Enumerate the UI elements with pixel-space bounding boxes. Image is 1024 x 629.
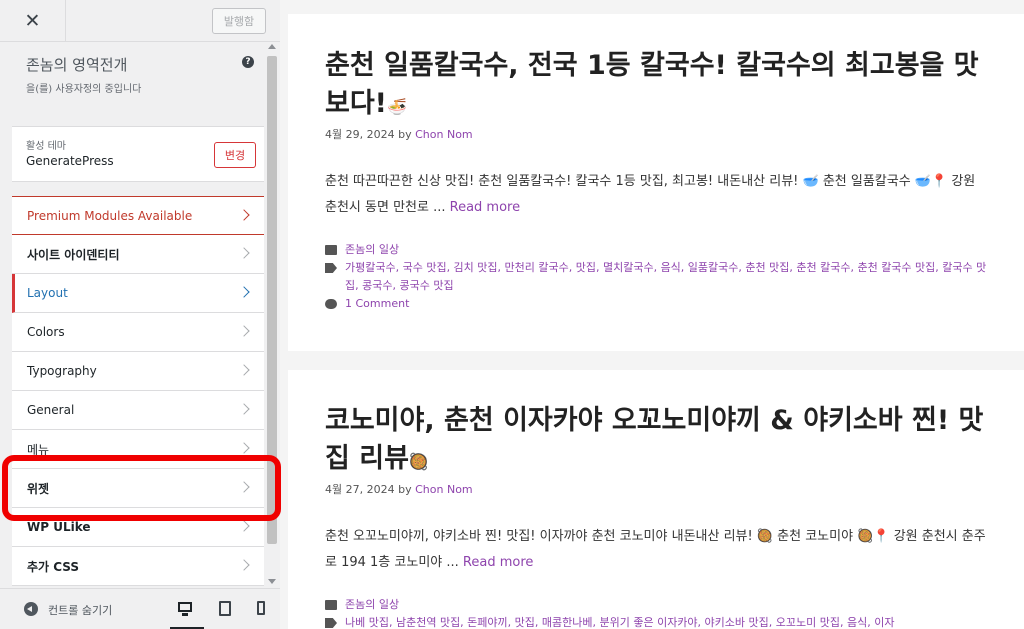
scroll-up-icon[interactable] [268,44,276,49]
post-footer: 존놈의 일상 나베 맛집, 남춘천역 맛집, 돈페야끼, 맛집, 매콤한나베, … [325,596,990,629]
post-meta: 4월 29, 2024 by Chon Nom [325,128,473,141]
menu-item-label: WP ULike [27,520,91,534]
active-theme-section: 활성 테마 GeneratePress 변경 [12,126,264,182]
menu-item-label: 추가 CSS [27,559,80,574]
tag-icon [325,618,337,628]
category-link[interactable]: 존놈의 일상 [345,243,399,256]
close-customizer-button[interactable]: ✕ [0,0,66,42]
tag-icon [325,263,337,273]
active-theme-name: GeneratePress [26,154,114,168]
chevron-right-icon [238,247,250,259]
menu-item-site-identity[interactable]: 사이트 아이덴티티 [12,235,264,274]
chevron-right-icon [238,559,250,571]
menu-item-label: Premium Modules Available [27,208,193,223]
post-date: 4월 29, 2024 [325,128,395,141]
post-footer: 존놈의 일상 가평칼국수, 국수 맛집, 김치 맛집, 만천리 칼국수, 맛집,… [325,241,990,313]
menu-item-general[interactable]: General [12,391,264,430]
menu-item-label: Typography [27,364,97,378]
chevron-right-icon [238,442,250,454]
chevron-right-icon [238,325,250,337]
tag-links[interactable]: 나베 맛집, 남춘천역 맛집, 돈페야끼, 맛집, 매콤한나베, 분위기 좋은 … [345,616,894,629]
post-excerpt: 춘천 따끈따끈한 신상 맛집! 춘천 일품칼국수! 칼국수 1등 맛집, 최고봉… [325,174,976,215]
menu-item-typography[interactable]: Typography [12,352,264,391]
post-date: 4월 27, 2024 [325,483,395,496]
customizer-panel: 존놈의 영역전개 을(를) 사용자정의 중입니다 ? 활성 테마 Generat… [0,42,264,588]
active-theme-label: 활성 테마 [26,141,66,152]
menu-item-label: General [27,403,75,417]
post-card: 춘천 일품칼국수, 전국 1등 칼국수! 칼국수의 최고봉을 맛보다!🍜 4월 … [288,14,1024,351]
menu-item-colors[interactable]: Colors [12,313,264,352]
site-preview: 춘천 일품칼국수, 전국 1등 칼국수! 칼국수의 최고봉을 맛보다!🍜 4월 … [288,14,1024,629]
comments-link[interactable]: 1 Comment [345,297,409,310]
chevron-right-icon [238,403,250,415]
read-more-link[interactable]: Read more [463,555,533,570]
chevron-right-icon [238,286,250,298]
post-excerpt: 춘천 오꼬노미야끼, 야키소바 찐! 맛집! 이자까야 춘천 코노미야 내돈내산… [325,529,986,570]
menu-item-label: Layout [27,286,68,300]
category-link[interactable]: 존놈의 일상 [345,598,399,611]
post-title[interactable]: 코노미야, 춘천 이자카야 오꼬노미야끼 & 야키소바 찐! 맛집 리뷰🥘 [325,402,990,481]
collapse-sidebar-icon[interactable] [24,602,38,616]
customizer-footer: 컨트롤 숨기기 [0,588,280,629]
scrollbar-thumb[interactable] [267,56,277,544]
menu-item-wp-ulike[interactable]: WP ULike [12,508,264,547]
chevron-right-icon [238,364,250,376]
menu-item-widgets[interactable]: 위젯 [12,469,264,508]
chevron-right-icon [238,481,250,493]
paella-emoji: 🥘 [408,452,429,471]
read-more-link[interactable]: Read more [450,200,520,215]
menu-item-menus[interactable]: 메뉴 [12,430,264,469]
change-theme-button[interactable]: 변경 [214,142,256,168]
menu-item-label: 메뉴 [27,442,50,457]
folder-icon [325,245,337,255]
menu-item-premium-modules[interactable]: Premium Modules Available [12,196,264,235]
post-meta: 4월 27, 2024 by Chon Nom [325,483,473,496]
menu-item-layout[interactable]: Layout [12,274,264,313]
customizer-sidebar: ✕ 발행함 존놈의 영역전개 을(를) 사용자정의 중입니다 ? 활성 테마 G… [0,0,280,629]
hide-controls-label[interactable]: 컨트롤 숨기기 [48,602,112,618]
tablet-preview-icon[interactable] [216,600,236,618]
post-author-link[interactable]: Chon Nom [415,483,473,496]
noodle-emoji: 🍜 [387,97,407,116]
customizer-topbar: ✕ 발행함 [0,0,280,42]
scroll-down-icon[interactable] [268,579,276,584]
chevron-right-icon [238,520,250,532]
folder-icon [325,600,337,610]
desktop-preview-icon[interactable] [170,600,204,629]
publish-button[interactable]: 발행함 [212,8,266,34]
close-icon: ✕ [24,10,41,32]
menu-item-additional-css[interactable]: 추가 CSS [12,547,264,586]
post-author-link[interactable]: Chon Nom [415,128,473,141]
site-info: 존놈의 영역전개 을(를) 사용자정의 중입니다 ? [12,42,264,110]
post-card: 코노미야, 춘천 이자카야 오꼬노미야끼 & 야키소바 찐! 맛집 리뷰🥘 4월… [288,370,1024,629]
mobile-preview-icon[interactable] [252,600,272,618]
site-title: 존놈의 영역전개 [26,56,128,74]
menu-item-label: Colors [27,325,65,339]
comment-icon [325,299,337,309]
tag-links[interactable]: 가평칼국수, 국수 맛집, 김치 맛집, 만천리 칼국수, 맛집, 멸치칼국수,… [345,261,986,292]
customizing-notice: 을(를) 사용자정의 중입니다 [26,84,142,95]
menu-item-label: 사이트 아이덴티티 [27,247,120,262]
customizer-menu: Premium Modules Available 사이트 아이덴티티 Layo… [12,196,264,586]
post-title[interactable]: 춘천 일품칼국수, 전국 1등 칼국수! 칼국수의 최고봉을 맛보다!🍜 [325,47,990,126]
sidebar-scrollbar[interactable] [264,42,280,588]
help-icon[interactable]: ? [242,56,254,68]
menu-item-label: 위젯 [27,481,50,496]
chevron-right-icon [238,209,250,221]
